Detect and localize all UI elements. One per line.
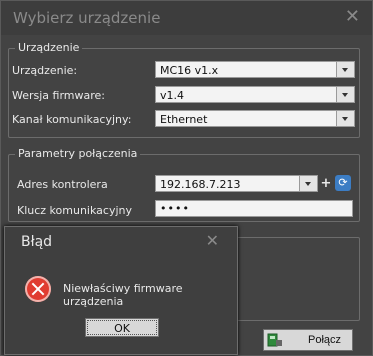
channel-label: Kanał komunikacyjny: (12, 113, 132, 126)
chevron-down-icon[interactable] (336, 62, 354, 77)
refresh-icon[interactable]: ⟳ (335, 175, 351, 191)
window-title: Wybierz urządzenie (13, 9, 161, 27)
device-group-legend: Urządzenie (15, 41, 83, 54)
key-value: •••• (160, 202, 190, 215)
channel-select[interactable]: Ethernet (155, 110, 355, 127)
device-select-value: MC16 v1.x (160, 64, 219, 77)
key-field[interactable]: •••• (155, 200, 353, 217)
device-connect-icon (267, 332, 283, 348)
device-select[interactable]: MC16 v1.x (155, 61, 355, 78)
close-icon[interactable]: ✕ (345, 6, 360, 27)
firmware-select[interactable]: v1.4 (155, 86, 355, 103)
chevron-down-icon[interactable] (336, 111, 354, 126)
ok-button[interactable]: OK (85, 318, 159, 337)
chevron-down-icon[interactable] (336, 87, 354, 102)
address-value: 192.168.7.213 (160, 178, 241, 191)
connect-label: Połącz (308, 334, 342, 346)
device-label: Urządzenie: (12, 64, 78, 77)
connect-button[interactable]: Połącz (263, 329, 353, 351)
title-bar: Wybierz urządzenie ✕ (1, 1, 372, 35)
add-address-button[interactable]: + (319, 175, 333, 192)
firmware-select-value: v1.4 (160, 89, 185, 102)
address-label: Adres kontrolera (17, 178, 108, 191)
key-label: Klucz komunikacyjny (17, 204, 132, 217)
chevron-down-icon[interactable] (299, 176, 317, 191)
error-message: Niewłaściwy firmware urządzenia (63, 282, 183, 308)
device-group: Urządzenie Urządzenie: MC16 v1.x Wersja … (8, 41, 360, 138)
close-icon[interactable]: ✕ (206, 231, 219, 250)
error-dialog: Błąd ✕ Niewłaściwy firmware urządzenia O… (4, 226, 238, 355)
channel-select-value: Ethernet (160, 113, 208, 126)
error-dialog-title: Błąd (21, 234, 53, 250)
connection-group-legend: Parametry połączenia (15, 147, 141, 160)
firmware-label: Wersja firmware: (12, 89, 106, 102)
address-combo[interactable]: 192.168.7.213 (155, 175, 318, 192)
connection-group: Parametry połączenia Adres kontrolera 19… (8, 147, 360, 222)
error-icon (25, 276, 51, 302)
